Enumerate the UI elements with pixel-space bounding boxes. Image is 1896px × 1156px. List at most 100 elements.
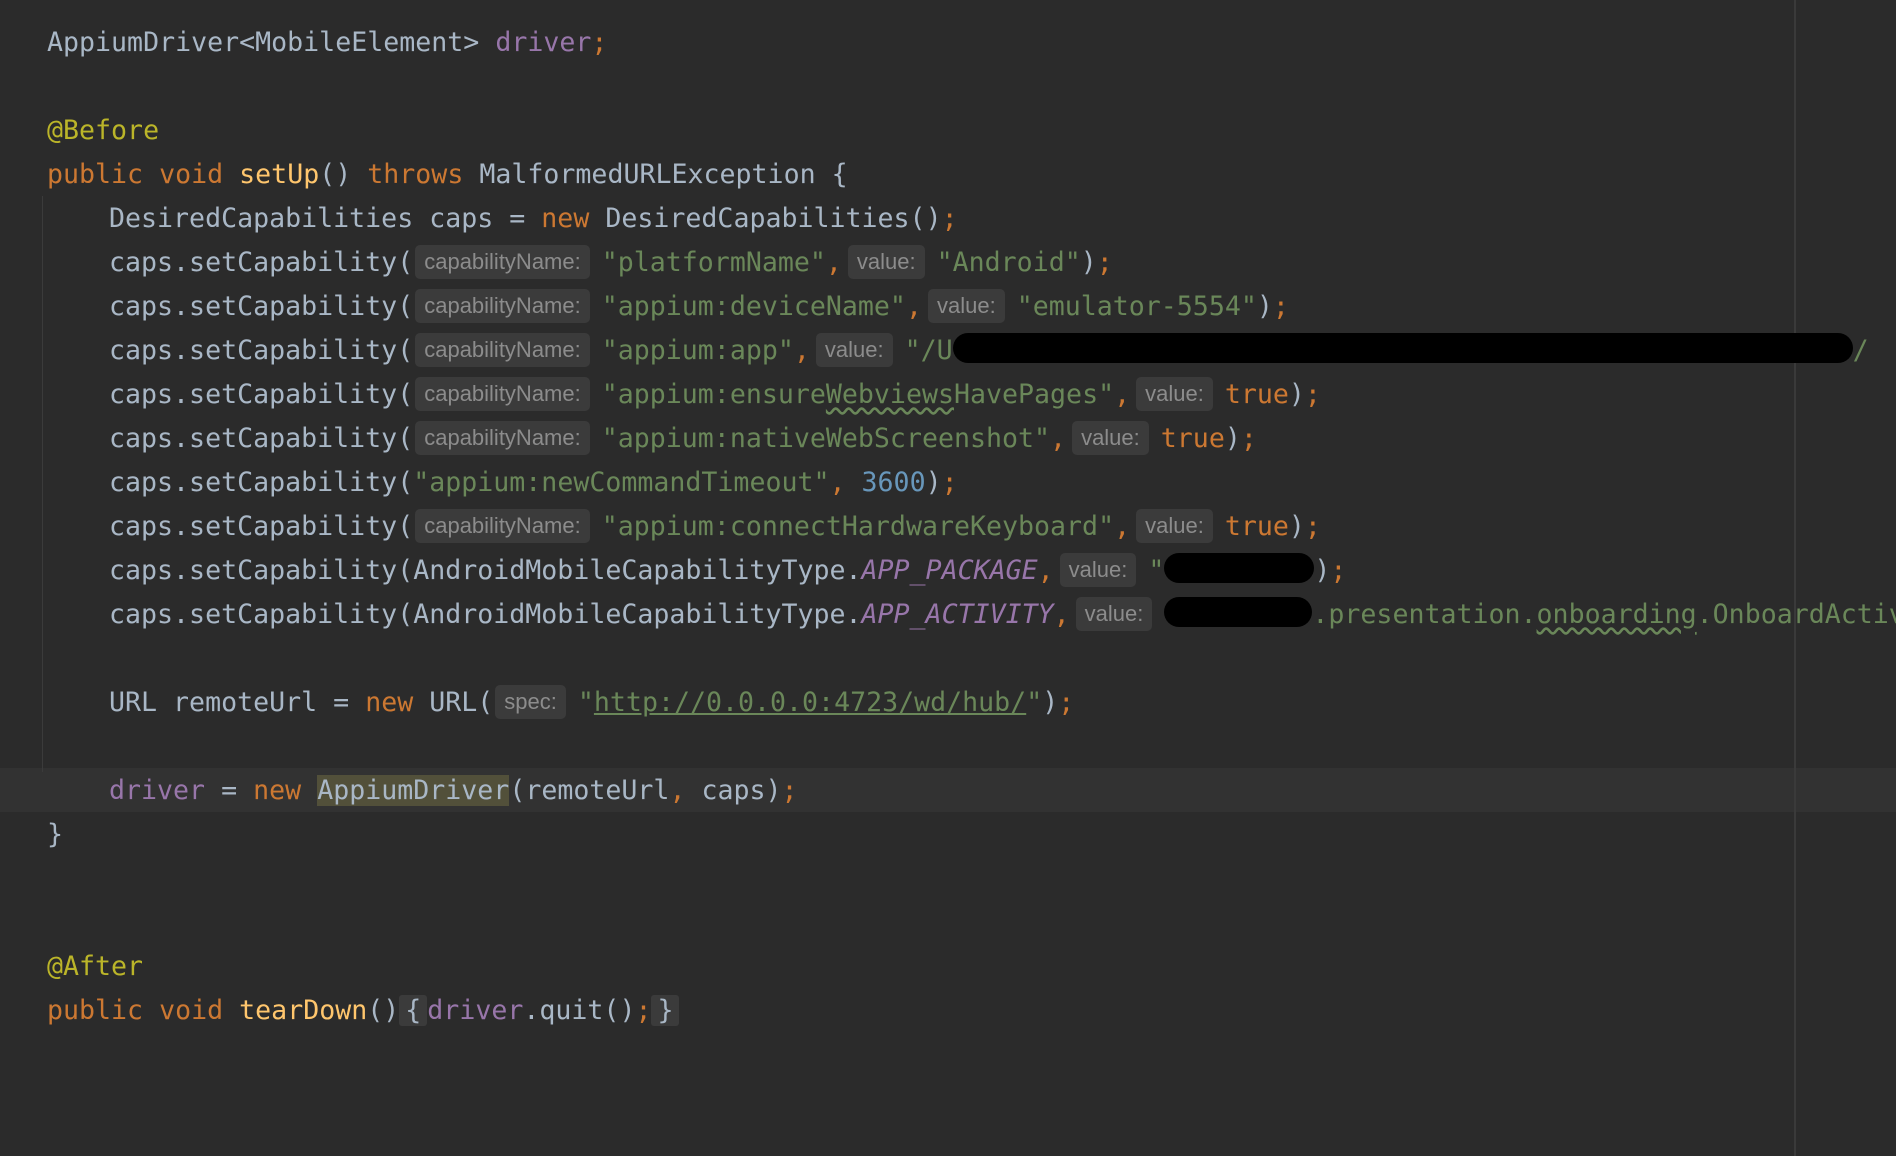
- close-paren: ): [1288, 379, 1305, 410]
- boolean-value: true: [1224, 511, 1289, 542]
- semicolon: ;: [635, 995, 652, 1026]
- constructor-call: URL(: [413, 687, 494, 718]
- parameter-hint-capability-name: capabilityName:: [415, 289, 590, 323]
- set-capability-call: caps.setCapability(: [109, 511, 414, 542]
- close-paren: ): [1288, 511, 1305, 542]
- semicolon: ;: [941, 467, 958, 498]
- driver-field: driver: [109, 775, 206, 806]
- code-line-remote-url[interactable]: URL remoteUrl = new URL(spec: "http://0.0…: [109, 681, 1074, 725]
- parens: (): [367, 995, 400, 1026]
- comma: ,: [1037, 555, 1054, 586]
- parens: (): [319, 159, 352, 190]
- comma: ,: [1050, 423, 1067, 454]
- code-line-close-brace[interactable]: }: [47, 813, 63, 857]
- url-link[interactable]: http://0.0.0.0:4723/wd/hub/: [594, 687, 1026, 718]
- spelling-highlight: onboarding: [1536, 599, 1697, 630]
- code-line-driver-declaration[interactable]: AppiumDriver<MobileElement> driver;: [47, 21, 607, 65]
- string-value-part: .presentation.: [1312, 599, 1537, 630]
- set-capability-call: caps.setCapability(: [109, 379, 414, 410]
- string-value-end: /: [1852, 335, 1869, 366]
- static-constant: APP_ACTIVITY: [861, 599, 1054, 630]
- spelling-highlight: Webviews: [825, 379, 954, 410]
- code-line-driver-assignment[interactable]: driver = new AppiumDriver(remoteUrl, cap…: [109, 769, 798, 813]
- code-line-device-name[interactable]: caps.setCapability(capabilityName: "appiu…: [109, 285, 1289, 329]
- parameter-hint-capability-name: capabilityName:: [415, 421, 590, 455]
- code-line-app-path[interactable]: caps.setCapability(capabilityName: "appiu…: [109, 329, 1869, 373]
- semicolon: ;: [1240, 423, 1257, 454]
- code-line-native-web-screenshot[interactable]: caps.setCapability(capabilityName: "appiu…: [109, 417, 1257, 461]
- public-keyword: public: [47, 159, 144, 190]
- void-keyword: void: [159, 159, 224, 190]
- code-line-app-package[interactable]: caps.setCapability(AndroidMobileCapabili…: [109, 549, 1346, 593]
- parameter-hint-value: value:: [1072, 421, 1149, 455]
- before-annotation: @Before: [47, 115, 160, 146]
- code-line-after-annotation[interactable]: @After: [47, 945, 143, 989]
- parameter-hint-value: value:: [847, 245, 925, 279]
- indent-guide: [42, 196, 43, 772]
- string-argument: "appium:nativeWebScreenshot": [601, 423, 1051, 454]
- comma: ,: [905, 291, 922, 322]
- set-capability-call: caps.setCapability(AndroidMobileCapabili…: [109, 555, 862, 586]
- after-annotation: @After: [47, 951, 144, 982]
- comma: ,: [825, 247, 842, 278]
- static-constant: APP_PACKAGE: [861, 555, 1038, 586]
- close-brace: }: [47, 819, 64, 850]
- new-keyword: new: [365, 687, 414, 718]
- fold-close-brace[interactable]: }: [651, 995, 680, 1026]
- close-paren: ): [1080, 247, 1097, 278]
- code-line-hardware-keyboard[interactable]: caps.setCapability(capabilityName: "appiu…: [109, 505, 1321, 549]
- public-keyword: public: [47, 995, 144, 1026]
- set-capability-call: caps.setCapability(: [109, 467, 414, 498]
- code-line-before-annotation[interactable]: @Before: [47, 109, 159, 153]
- code-line-setup-signature[interactable]: public void setUp() throws MalformedURLE…: [47, 153, 848, 197]
- comma: ,: [669, 775, 686, 806]
- semicolon: ;: [591, 27, 608, 58]
- string-value-part: .OnboardActivity: [1696, 599, 1896, 630]
- comma: ,: [1114, 511, 1131, 542]
- string-quote: ": [1148, 555, 1165, 586]
- semicolon: ;: [1058, 687, 1075, 718]
- parameter-hint-capability-name: capabilityName:: [415, 245, 590, 279]
- string-argument: "appium:deviceName": [601, 291, 906, 322]
- string-argument: "appium:app": [601, 335, 794, 366]
- code-line-ensure-webviews[interactable]: caps.setCapability(capabilityName: "appiu…: [109, 373, 1321, 417]
- constructor-call: DesiredCapabilities(): [589, 203, 942, 234]
- string-value: "emulator-5554": [1016, 291, 1257, 322]
- code-line-app-activity[interactable]: caps.setCapability(AndroidMobileCapabili…: [109, 593, 1896, 637]
- parameter-hint-capability-name: capabilityName:: [415, 377, 590, 411]
- comma: ,: [1114, 379, 1131, 410]
- caps-declaration: DesiredCapabilities caps =: [109, 203, 542, 234]
- string-quote: ": [577, 687, 594, 718]
- string-value-start: "/U: [904, 335, 953, 366]
- highlighted-identifier: AppiumDriver: [317, 775, 510, 806]
- semicolon: ;: [781, 775, 798, 806]
- code-line-caps-declaration[interactable]: DesiredCapabilities caps = new DesiredCa…: [109, 197, 958, 241]
- redacted-block: [952, 333, 1853, 363]
- string-value: "Android": [936, 247, 1081, 278]
- redacted-block: [1164, 597, 1313, 627]
- code-editor[interactable]: AppiumDriver<MobileElement> driver; @Bef…: [0, 0, 1896, 1156]
- throws-keyword: throws: [367, 159, 464, 190]
- fold-open-brace[interactable]: {: [399, 995, 428, 1026]
- url-declaration: URL remoteUrl =: [109, 687, 366, 718]
- right-margin-guide: [1794, 0, 1796, 1156]
- string-argument: "platformName": [601, 247, 826, 278]
- set-capability-call: caps.setCapability(: [109, 335, 414, 366]
- boolean-value: true: [1160, 423, 1225, 454]
- parameter-hint-value: value:: [815, 333, 893, 367]
- semicolon: ;: [1304, 379, 1321, 410]
- string-argument: "appium:newCommandTimeout": [413, 467, 830, 498]
- constructor-args: caps): [685, 775, 782, 806]
- semicolon: ;: [941, 203, 958, 234]
- new-keyword: new: [541, 203, 590, 234]
- code-line-platform-name[interactable]: caps.setCapability(capabilityName: "platf…: [109, 241, 1113, 285]
- semicolon: ;: [1330, 555, 1347, 586]
- code-line-command-timeout[interactable]: caps.setCapability("appium:newCommandTim…: [109, 461, 958, 505]
- close-paren: ): [925, 467, 942, 498]
- string-argument-part: "appium:ensure: [601, 379, 826, 410]
- assign-operator: =: [205, 775, 254, 806]
- parameter-hint-spec: spec:: [495, 685, 566, 719]
- string-quote: ": [1026, 687, 1043, 718]
- parameter-hint-value: value:: [927, 289, 1005, 323]
- code-line-teardown[interactable]: public void tearDown(){driver.quit();}: [47, 989, 680, 1033]
